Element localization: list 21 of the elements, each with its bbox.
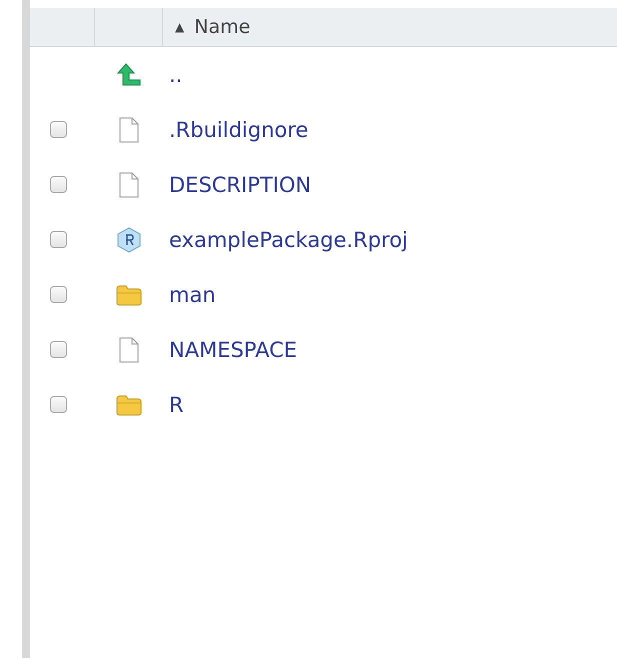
file-name-link[interactable]: NAMESPACE	[169, 338, 298, 362]
up-arrow-icon	[116, 62, 142, 88]
checkbox[interactable]	[50, 396, 67, 413]
checkbox[interactable]	[50, 176, 67, 193]
r-project-icon	[117, 226, 141, 252]
file-name-link[interactable]: ..	[169, 62, 182, 86]
document-icon	[119, 116, 139, 142]
document-icon	[119, 336, 139, 362]
sort-indicator: ▲	[175, 20, 184, 34]
file-name-link[interactable]: DESCRIPTION	[169, 172, 312, 196]
checkbox[interactable]	[50, 121, 67, 138]
file-name-link[interactable]: R	[169, 392, 184, 416]
document-icon	[119, 172, 139, 198]
file-name-link[interactable]: examplePackage.Rproj	[169, 228, 408, 252]
folder-icon	[115, 392, 143, 416]
file-name-link[interactable]: .Rbuildignore	[169, 118, 308, 142]
checkbox[interactable]	[50, 231, 67, 248]
checkbox[interactable]	[50, 341, 67, 358]
file-name-link[interactable]: man	[169, 282, 216, 306]
folder-icon	[115, 282, 143, 306]
checkbox[interactable]	[50, 286, 67, 303]
